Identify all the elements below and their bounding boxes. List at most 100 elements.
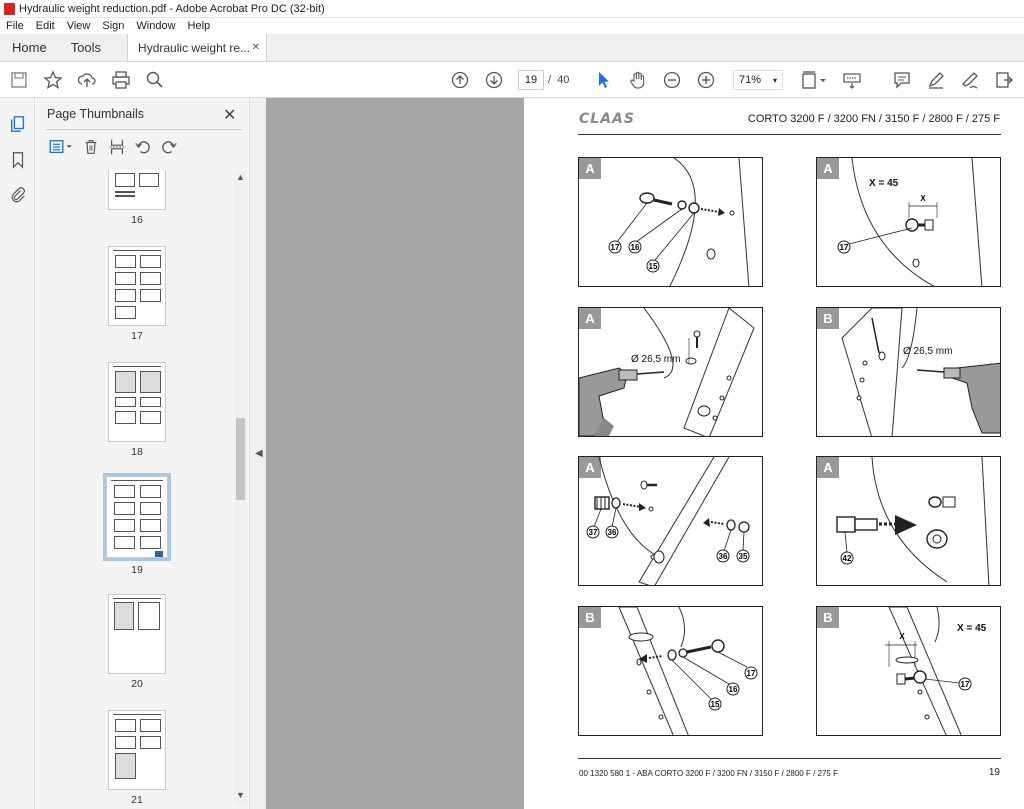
illustration-panel-7: B 17 16 15: [578, 606, 763, 736]
total-pages: 40: [557, 74, 570, 86]
collapse-panel-icon[interactable]: ◀: [255, 448, 263, 459]
tab-document-label: Hydraulic weight re...: [138, 40, 251, 55]
panel-close-icon[interactable]: ✕: [223, 105, 236, 125]
thumbnail-page-17[interactable]: [108, 246, 166, 326]
zoom-in-icon[interactable]: [695, 69, 717, 91]
dimension-mark: X: [920, 194, 926, 203]
callout-label: 16: [631, 243, 640, 252]
menu-sign[interactable]: Sign: [96, 20, 130, 32]
menu-window[interactable]: Window: [130, 20, 181, 32]
menu-view[interactable]: View: [61, 20, 97, 32]
scroll-down-icon[interactable]: ▼: [234, 790, 247, 800]
highlight-pen-icon[interactable]: [925, 69, 947, 91]
thumbnail-options-icon[interactable]: [46, 136, 76, 158]
save-icon[interactable]: [8, 69, 30, 91]
zoom-out-icon[interactable]: [661, 69, 683, 91]
comment-icon[interactable]: [891, 69, 913, 91]
thumbnail-scrollbar[interactable]: ▲ ▼: [234, 170, 247, 806]
page-number-input[interactable]: 19: [518, 70, 544, 90]
callout-label: 35: [739, 552, 748, 561]
thumbnail-tools: [46, 136, 184, 158]
pdf-page[interactable]: CLAAS CORTO 3200 F / 3200 FN / 3150 F / …: [524, 98, 1024, 809]
header-rule: [578, 134, 1001, 135]
dimension-mark: X: [899, 632, 905, 641]
panel-title: Page Thumbnails: [47, 107, 145, 121]
tab-close-icon[interactable]: ✕: [252, 42, 260, 53]
callout-label: 16: [729, 685, 738, 694]
page-count: / 40: [548, 74, 569, 86]
callout-label: 17: [747, 669, 756, 678]
menu-edit[interactable]: Edit: [30, 20, 61, 32]
illustration-panel-6: A 42: [816, 456, 1001, 586]
tab-document[interactable]: Hydraulic weight re... ✕: [127, 34, 268, 61]
left-rail: [0, 98, 35, 809]
thumbnail-page-20[interactable]: [108, 594, 166, 674]
callout-label: 37: [589, 528, 598, 537]
thumbnail-label: 17: [131, 330, 143, 342]
delete-page-icon[interactable]: [80, 136, 102, 158]
thumbnail-label: 19: [131, 564, 143, 576]
callout-label: 42: [843, 554, 852, 563]
previous-page-icon[interactable]: [449, 69, 471, 91]
page-fit-icon[interactable]: [798, 69, 828, 91]
share-export-icon[interactable]: [993, 69, 1015, 91]
main-toolbar: 19 / 40 71% ▾: [0, 62, 1024, 98]
scroll-up-icon[interactable]: ▲: [234, 172, 247, 182]
illustration-panel-4: B Ø 26,5 mm: [816, 307, 1001, 437]
page-footer-text: 00 1320 580 1 - ABA CORTO 3200 F / 3200 …: [579, 769, 838, 778]
print-icon[interactable]: [110, 69, 132, 91]
callout-label: 15: [711, 700, 720, 709]
illustration-panel-2: A X = 45 X 17: [816, 157, 1001, 287]
callout-label: 17: [840, 243, 849, 252]
callout-label: 15: [649, 262, 658, 271]
thumbnail-label: 21: [131, 794, 143, 806]
next-page-icon[interactable]: [483, 69, 505, 91]
rotate-right-icon[interactable]: [158, 136, 180, 158]
illustration-panel-1: A 17 16 15: [578, 157, 763, 287]
bookmark-star-icon[interactable]: [42, 69, 64, 91]
zoom-level-select[interactable]: 71% ▾: [733, 70, 783, 90]
scrollbar-thumb[interactable]: [236, 418, 245, 500]
search-icon[interactable]: [144, 69, 166, 91]
brand-logo: CLAAS: [579, 111, 635, 127]
title-bar: Hydraulic weight reduction.pdf - Adobe A…: [0, 0, 1024, 18]
callout-label: 36: [719, 552, 728, 561]
page-thumbnails-icon[interactable]: [8, 114, 28, 134]
page-header-model: CORTO 3200 F / 3200 FN / 3150 F / 2800 F…: [747, 113, 1000, 125]
illustration-panel-8: B X = 45 X 17: [816, 606, 1001, 736]
tab-tools[interactable]: Tools: [59, 34, 113, 61]
sign-icon[interactable]: [959, 69, 981, 91]
thumbnail-page-16[interactable]: [108, 170, 166, 210]
thumbnail-label: 16: [131, 214, 143, 226]
illustration-panel-5: A 37 36 36 35: [578, 456, 763, 586]
panel-divider: [46, 129, 242, 130]
tab-home[interactable]: Home: [0, 34, 59, 61]
callout-label: 17: [611, 243, 620, 252]
menu-bar: File Edit View Sign Window Help: [0, 18, 1024, 34]
rotate-left-icon[interactable]: [132, 136, 154, 158]
menu-help[interactable]: Help: [182, 20, 217, 32]
zoom-level-value: 71%: [739, 74, 762, 86]
document-viewer-background: [266, 98, 524, 809]
thumbnail-label: 20: [131, 678, 143, 690]
upload-cloud-icon[interactable]: [76, 69, 98, 91]
select-cursor-icon[interactable]: [593, 69, 615, 91]
thumbnail-list: 16 17 18 19 20 21: [36, 170, 234, 809]
bookmarks-icon[interactable]: [8, 150, 28, 170]
thumbnails-panel: Page Thumbnails ✕ 16 17 18 19 20 21: [36, 98, 249, 809]
thumbnail-label: 18: [131, 446, 143, 458]
keyboard-icon[interactable]: [841, 69, 863, 91]
panel-splitter[interactable]: ◀: [249, 98, 266, 809]
menu-file[interactable]: File: [0, 20, 30, 32]
window-title: Hydraulic weight reduction.pdf - Adobe A…: [19, 2, 325, 15]
callout-label: 17: [961, 680, 970, 689]
extract-page-icon[interactable]: [106, 136, 128, 158]
thumbnail-page-19[interactable]: [103, 473, 171, 561]
illustration-panel-3: A Ø 26,5 mm: [578, 307, 763, 437]
thumbnail-page-21[interactable]: [108, 710, 166, 790]
callout-label: 36: [608, 528, 617, 537]
footer-rule: [578, 758, 1001, 759]
thumbnail-page-18[interactable]: [108, 362, 166, 442]
attachments-icon[interactable]: [8, 185, 28, 205]
hand-tool-icon[interactable]: [627, 69, 649, 91]
